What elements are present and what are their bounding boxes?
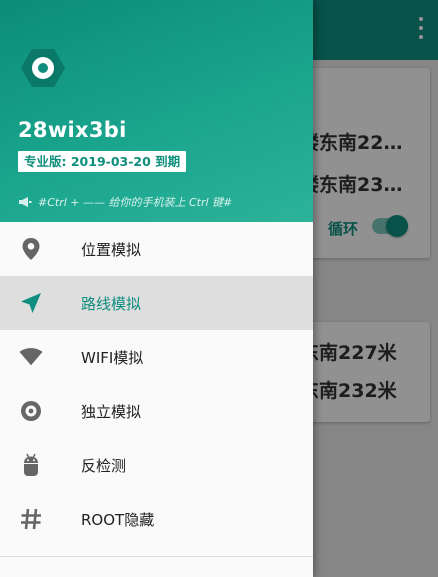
megaphone-icon	[19, 197, 32, 207]
tagline: #Ctrl + —— 给你的手机装上 Ctrl 键#	[18, 194, 232, 210]
menu-item-route-simulation[interactable]: 路线模拟	[0, 276, 313, 330]
app-name: 28wix3bi	[18, 118, 127, 142]
menu-item-wifi-simulation[interactable]: WIFI模拟	[0, 330, 313, 384]
menu-divider	[0, 556, 313, 557]
drawer-menu: 位置模拟 路线模拟 WIFI模拟 独立模拟 反检测 ROOT隐藏	[0, 222, 313, 546]
navigation-drawer: 28wix3bi 专业版: 2019-03-20 到期 #Ctrl + —— 给…	[0, 0, 313, 577]
menu-item-label: WIFI模拟	[81, 348, 144, 367]
menu-item-label: 反检测	[81, 456, 127, 475]
menu-item-root-hide[interactable]: ROOT隐藏	[0, 492, 313, 546]
android-icon	[19, 453, 43, 477]
menu-item-label: 位置模拟	[81, 240, 142, 259]
license-badge: 专业版: 2019-03-20 到期	[18, 151, 187, 172]
tagline-text: #Ctrl + —— 给你的手机装上 Ctrl 键#	[38, 196, 233, 209]
menu-item-anti-detection[interactable]: 反检测	[0, 438, 313, 492]
location-pin-icon	[19, 237, 43, 261]
app-logo-icon	[21, 49, 65, 87]
drawer-header: 28wix3bi 专业版: 2019-03-20 到期 #Ctrl + —— 给…	[0, 0, 313, 222]
disc-icon	[19, 399, 43, 423]
hash-icon	[19, 507, 43, 531]
wifi-icon	[19, 345, 43, 369]
menu-item-location-simulation[interactable]: 位置模拟	[0, 222, 313, 276]
menu-item-label: ROOT隐藏	[81, 510, 155, 529]
navigation-arrow-icon	[19, 291, 43, 315]
menu-item-label: 独立模拟	[81, 402, 142, 421]
menu-item-independent-simulation[interactable]: 独立模拟	[0, 384, 313, 438]
menu-item-label: 路线模拟	[81, 294, 142, 313]
